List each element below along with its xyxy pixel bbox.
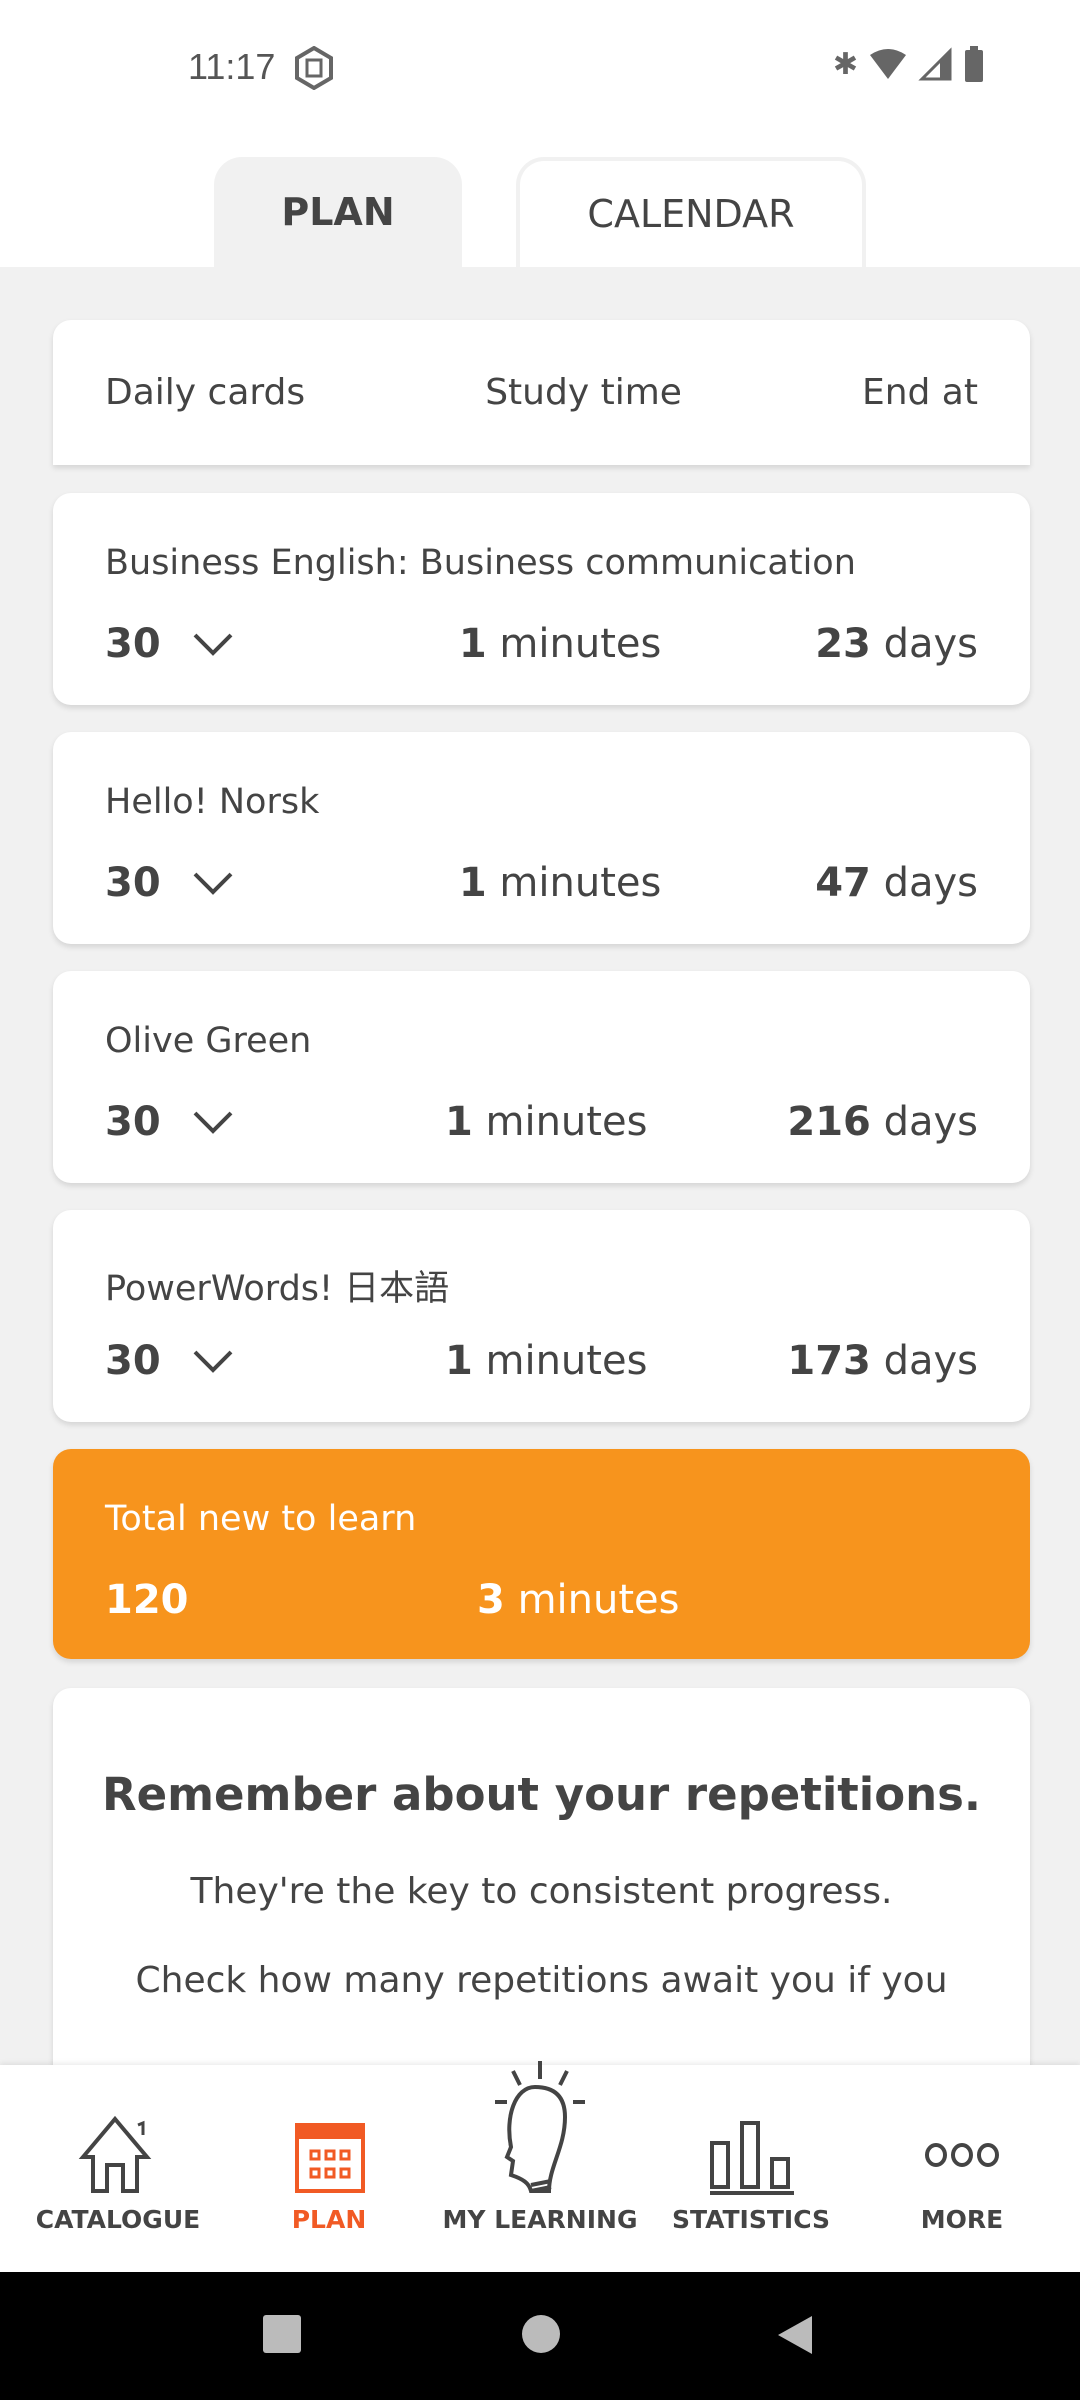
daily-cards-value: 30 <box>105 1099 161 1145</box>
daily-cards-value: 30 <box>105 1338 161 1384</box>
study-minutes: 1 <box>458 621 487 667</box>
study-minutes: 1 <box>458 860 487 906</box>
minutes-unit: minutes <box>485 1099 648 1145</box>
course-card: PowerWords! 日本語 30 1 minutes 173 days <box>53 1210 1030 1422</box>
daily-cards-dropdown[interactable]: 30 <box>105 860 435 906</box>
nav-plan[interactable]: PLAN <box>221 2065 437 2272</box>
nav-more[interactable]: MORE <box>854 2065 1070 2272</box>
days-unit: days <box>883 1099 978 1145</box>
lightbulb-head-icon <box>495 2061 585 2193</box>
nav-my-learning[interactable]: MY LEARNING <box>432 2061 648 2272</box>
course-title: Business English: Business communication <box>105 543 856 583</box>
total-minutes-unit: minutes <box>517 1577 680 1623</box>
minutes-unit: minutes <box>485 1338 648 1384</box>
home-button[interactable] <box>522 2315 560 2353</box>
nav-catalogue[interactable]: CATALOGUE <box>10 2065 226 2272</box>
days-unit: days <box>883 621 978 667</box>
tab-calendar[interactable]: CALENDAR <box>516 157 866 267</box>
calendar-icon <box>295 2123 365 2193</box>
signal-hd-icon <box>918 47 952 81</box>
study-minutes: 1 <box>444 1338 473 1384</box>
nav-label: CATALOGUE <box>35 2205 201 2234</box>
nav-statistics[interactable]: STATISTICS <box>643 2065 859 2272</box>
nav-label: MY LEARNING <box>442 2205 638 2234</box>
chevron-down-icon <box>193 633 233 656</box>
daily-cards-dropdown[interactable]: 30 <box>105 621 435 667</box>
reminder-title: Remember about your repetitions. <box>101 1768 982 1821</box>
end-days: 173 <box>787 1338 871 1384</box>
back-button[interactable] <box>774 2314 814 2356</box>
days-unit: days <box>883 860 978 906</box>
recents-button[interactable] <box>263 2315 301 2353</box>
reminder-card: Remember about your repetitions. They're… <box>53 1688 1030 2108</box>
plan-header: Daily cards Study time End at <box>53 320 1030 465</box>
bar-chart-icon <box>710 2121 794 2195</box>
end-days: 23 <box>815 621 871 667</box>
study-time-header: Study time <box>485 372 682 413</box>
minutes-unit: minutes <box>499 621 662 667</box>
more-icon <box>925 2143 999 2167</box>
system-nav-bar <box>0 2272 1080 2400</box>
course-card: Olive Green 30 1 minutes 216 days <box>53 971 1030 1183</box>
days-unit: days <box>883 1338 978 1384</box>
bottom-nav: CATALOGUE PLAN MY LEARNING STATISTICS MO… <box>0 2061 1080 2272</box>
minutes-unit: minutes <box>499 860 662 906</box>
nav-label: STATISTICS <box>671 2205 831 2234</box>
nav-label: PLAN <box>291 2205 367 2234</box>
chevron-down-icon <box>193 1111 233 1134</box>
total-minutes: 3 <box>477 1577 505 1623</box>
total-title: Total new to learn <box>105 1499 417 1539</box>
daily-cards-value: 30 <box>105 621 161 667</box>
chevron-down-icon <box>193 872 233 895</box>
tab-plan[interactable]: PLAN <box>214 157 462 267</box>
course-title: PowerWords! 日本語 <box>105 1269 450 1309</box>
course-card: Hello! Norsk 30 1 minutes 47 days <box>53 732 1030 944</box>
end-days: 47 <box>815 860 871 906</box>
course-card: Business English: Business communication… <box>53 493 1030 705</box>
nav-label: MORE <box>920 2205 1004 2234</box>
wifi-icon <box>870 49 906 79</box>
daily-cards-header: Daily cards <box>105 372 306 413</box>
vpn-shield-icon <box>295 46 333 90</box>
daily-cards-dropdown[interactable]: 30 <box>105 1338 435 1384</box>
total-card: Total new to learn 120 3 minutes <box>53 1449 1030 1659</box>
status-time: 11:17 <box>188 46 276 87</box>
total-cards: 120 <box>105 1577 189 1623</box>
daily-cards-value: 30 <box>105 860 161 906</box>
end-days: 216 <box>787 1099 871 1145</box>
course-title: Olive Green <box>105 1021 312 1061</box>
reminder-line-1: They're the key to consistent progress. <box>190 1871 893 1912</box>
study-minutes: 1 <box>444 1099 473 1145</box>
course-title: Hello! Norsk <box>105 782 320 822</box>
battery-icon <box>965 46 983 82</box>
house-icon <box>78 2115 152 2193</box>
top-bar: 11:17 ✱ PLAN CALENDAR <box>0 0 1080 267</box>
chevron-down-icon <box>193 1350 233 1373</box>
end-at-header: End at <box>861 372 978 413</box>
reminder-line-2: Check how many repetitions await you if … <box>135 1960 948 2001</box>
daily-cards-dropdown[interactable]: 30 <box>105 1099 435 1145</box>
bluetooth-icon: ✱ <box>832 46 858 82</box>
